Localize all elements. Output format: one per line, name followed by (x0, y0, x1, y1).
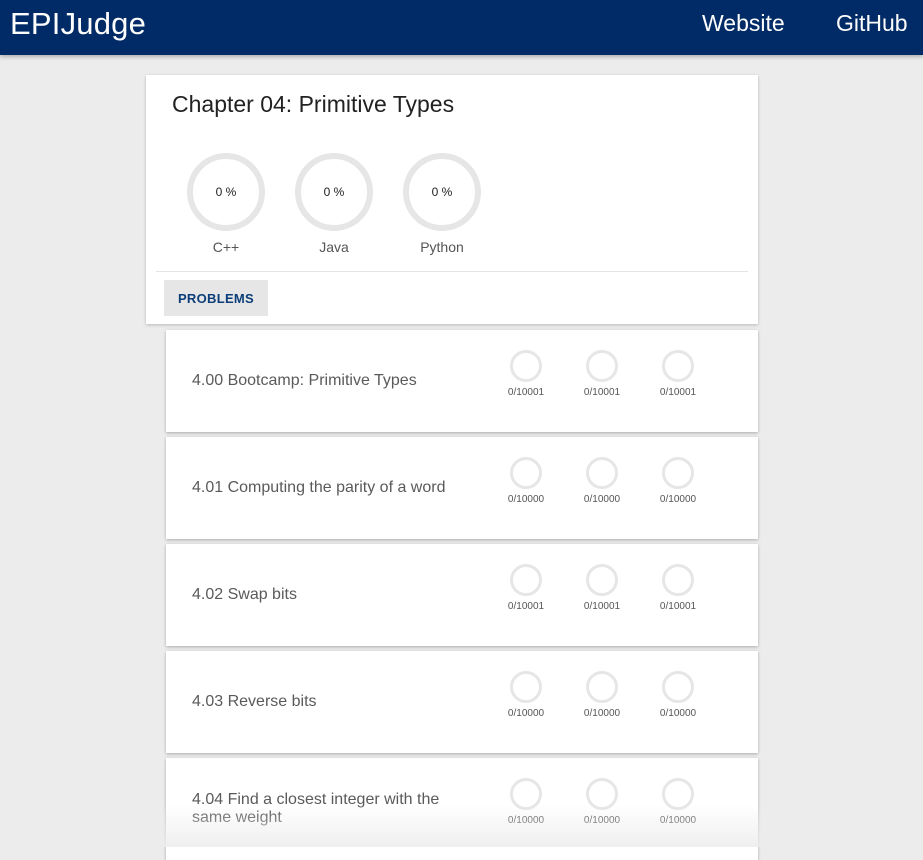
progress-percent: 0 % (431, 185, 453, 199)
progress-ring (586, 778, 618, 810)
language-label: C++ (212, 239, 240, 255)
progress-ring (510, 671, 542, 703)
problem-card[interactable]: 4.02 Swap bits 0/10001 0/10001 0/10001 (166, 544, 758, 646)
problem-stat-python: 0/10000 (643, 671, 713, 719)
brand-logo[interactable]: EPIJudge (10, 6, 146, 42)
progress-ring (662, 778, 694, 810)
chapter-title: Chapter 04: Primitive Types (172, 91, 455, 117)
progress-ring (586, 350, 618, 382)
problem-title[interactable]: 4.01 Computing the parity of a word (192, 479, 462, 497)
problem-stat-python: 0/10000 (643, 778, 713, 826)
stat-label: 0/10001 (659, 387, 697, 398)
top-navbar: EPIJudge Website GitHub (0, 0, 923, 55)
progress-ring (586, 457, 618, 489)
progress-ring (586, 671, 618, 703)
problem-card[interactable]: 4.01 Computing the parity of a word 0/10… (166, 437, 758, 539)
stat-label: 0/10000 (659, 494, 697, 505)
progress-ring (510, 457, 542, 489)
stat-label: 0/10000 (583, 494, 621, 505)
problem-stat-python: 0/10000 (643, 457, 713, 505)
stat-label: 0/10000 (659, 708, 697, 719)
stat-label: 0/10001 (583, 601, 621, 612)
language-label: Python (420, 239, 464, 255)
problem-stat-python: 0/10001 (643, 564, 713, 612)
progress-ring (586, 564, 618, 596)
stat-label: 0/10001 (583, 387, 621, 398)
progress-ring (510, 778, 542, 810)
stat-label: 0/10001 (507, 601, 545, 612)
progress-ring (510, 564, 542, 596)
problem-title[interactable]: 4.03 Reverse bits (192, 693, 462, 711)
problem-stat-java: 0/10000 (567, 457, 637, 505)
problem-stat-cpp: 0/10001 (491, 564, 561, 612)
chapter-card: Chapter 04: Primitive Types 0 % C++ 0 % … (146, 75, 758, 324)
problem-stat-cpp: 0/10000 (491, 671, 561, 719)
problem-stat-cpp: 0/10001 (491, 350, 561, 398)
problem-card[interactable]: 4.00 Bootcamp: Primitive Types 0/10001 0… (166, 330, 758, 432)
divider (156, 271, 748, 272)
problem-title[interactable]: 4.02 Swap bits (192, 586, 462, 604)
progress-percent: 0 % (323, 185, 345, 199)
problem-stat-java: 0/10000 (567, 671, 637, 719)
problem-title[interactable]: 4.04 Find a closest integer with the sam… (192, 791, 462, 827)
problem-stat-java: 0/10001 (567, 350, 637, 398)
progress-ring (510, 350, 542, 382)
problem-card[interactable]: 4.04 Find a closest integer with the sam… (166, 758, 758, 860)
stat-label: 0/10000 (583, 815, 621, 826)
problem-title[interactable]: 4.00 Bootcamp: Primitive Types (192, 372, 462, 390)
problem-card[interactable]: 4.03 Reverse bits 0/10000 0/10000 0/1000… (166, 651, 758, 753)
language-progress-python: 0 % Python (402, 153, 482, 255)
progress-ring (662, 671, 694, 703)
problem-stat-cpp: 0/10000 (491, 778, 561, 826)
stat-label: 0/10000 (507, 708, 545, 719)
stat-label: 0/10000 (583, 708, 621, 719)
problem-stat-java: 0/10000 (567, 778, 637, 826)
stat-label: 0/10000 (507, 494, 545, 505)
nav-github-link[interactable]: GitHub (836, 10, 908, 37)
problem-stat-java: 0/10001 (567, 564, 637, 612)
nav-website-link[interactable]: Website (702, 10, 785, 37)
progress-percent: 0 % (215, 185, 237, 199)
language-label: Java (319, 239, 349, 255)
stat-label: 0/10001 (659, 601, 697, 612)
language-progress-java: 0 % Java (294, 153, 374, 255)
problem-stat-cpp: 0/10000 (491, 457, 561, 505)
tab-problems[interactable]: PROBLEMS (164, 280, 268, 316)
progress-ring (662, 564, 694, 596)
progress-ring (662, 457, 694, 489)
stat-label: 0/10001 (507, 387, 545, 398)
problem-stat-python: 0/10001 (643, 350, 713, 398)
stat-label: 0/10000 (507, 815, 545, 826)
progress-ring (662, 350, 694, 382)
language-progress-cpp: 0 % C++ (186, 153, 266, 255)
progress-ring: 0 % (403, 153, 481, 231)
stat-label: 0/10000 (659, 815, 697, 826)
progress-ring: 0 % (295, 153, 373, 231)
progress-ring: 0 % (187, 153, 265, 231)
